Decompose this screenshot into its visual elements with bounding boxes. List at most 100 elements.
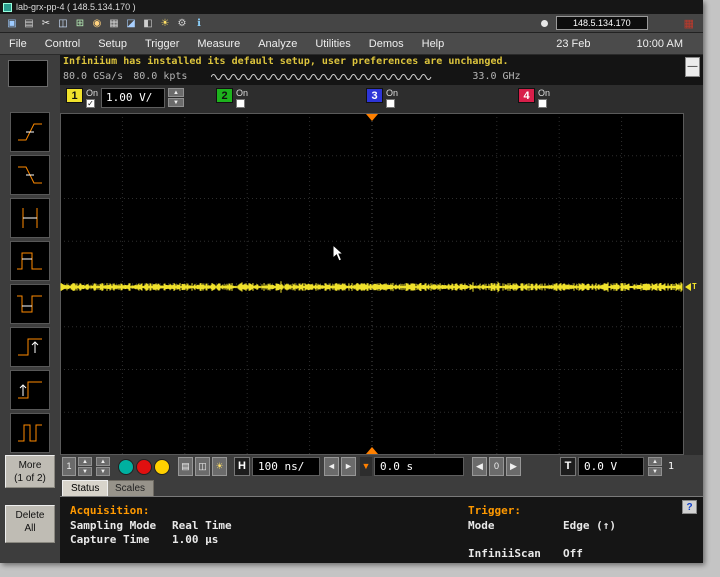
trigger-level-box[interactable]: 0.0 V (578, 457, 644, 476)
chart-icon[interactable]: ◪ (124, 16, 138, 31)
meas-pos-width-icon (17, 252, 42, 270)
trigger-level-stepper[interactable]: ▲ ▼ (648, 457, 662, 476)
channel1-checkbox[interactable]: ✓ (86, 99, 95, 108)
help-button[interactable]: ? (682, 500, 697, 514)
marker-a-color-button[interactable] (118, 459, 134, 475)
record-icon[interactable]: ◉ (90, 16, 104, 31)
meas-amplitude-button[interactable] (10, 327, 50, 367)
meas-pos-width-button[interactable] (10, 241, 50, 281)
scissors-icon[interactable]: ✂ (39, 16, 53, 31)
trigger-up-button[interactable]: ▲ (648, 457, 662, 466)
marker2-up-button[interactable]: ▲ (96, 457, 110, 466)
marker2-down-button[interactable]: ▼ (96, 467, 110, 476)
delete-label: Delete (15, 510, 45, 521)
channel2-checkbox[interactable] (236, 99, 245, 108)
status-message: Infiniium has installed its default setu… (63, 56, 509, 67)
delete-sublabel: All (24, 523, 36, 534)
channel4-button[interactable]: 4 (518, 88, 535, 103)
channel1-scale-down-button[interactable]: ▼ (168, 98, 185, 107)
channel1-scale-up-button[interactable]: ▲ (168, 88, 185, 97)
meas-edge-button[interactable] (10, 370, 50, 410)
marker-b-color-button[interactable] (136, 459, 152, 475)
meas-fall-time-button[interactable] (10, 155, 50, 195)
bandwidth-label: 33.0 GHz (472, 71, 521, 82)
marker-stepper[interactable]: ▲ ▼ (78, 457, 92, 476)
marker-number-button[interactable]: 1 (62, 457, 76, 476)
meas-neg-width-button[interactable] (10, 284, 50, 324)
gear-icon[interactable]: ⚙ (175, 16, 189, 31)
meas-rise-time-icon (18, 123, 42, 141)
channel2-button[interactable]: 2 (216, 88, 233, 103)
time-reference-icon[interactable]: ▼ (360, 457, 372, 476)
channel1-scale-box[interactable]: 1.00 V/ (101, 88, 166, 108)
channel3-button[interactable]: 3 (366, 88, 383, 103)
menu-analyze[interactable]: Analyze (249, 38, 306, 50)
window-title: lab-grx-pp-4 ( 148.5.134.170 ) (16, 2, 136, 12)
meas-neg-width-icon (17, 295, 42, 313)
marker-stepper-2[interactable]: ▲ ▼ (96, 457, 110, 476)
capture-time-label: Capture Time (70, 533, 150, 546)
infiniiscan-value: Off (563, 547, 583, 560)
trigger-down-button[interactable]: ▼ (648, 467, 662, 476)
panel-icon[interactable]: ◧ (141, 16, 155, 31)
grid-settings-button[interactable]: ◫ (195, 457, 210, 476)
file-icon[interactable]: ▤ (22, 16, 36, 31)
tab-scales[interactable]: Scales (106, 480, 155, 496)
meas-period-button[interactable] (10, 413, 50, 453)
intensity-button[interactable]: ☀ (212, 457, 227, 476)
more-button[interactable]: More (1 of 2) (5, 455, 55, 488)
menu-utilities[interactable]: Utilities (306, 38, 359, 50)
minimize-banner-button[interactable]: — (685, 57, 700, 77)
channel3-on-label: On (386, 88, 399, 98)
copy-icon[interactable]: ◫ (56, 16, 70, 31)
horizontal-position-box[interactable]: 0.0 s (374, 457, 464, 476)
meas-rise-time-button[interactable] (10, 112, 50, 152)
waveform-display[interactable] (60, 113, 684, 455)
channel4-on-label: On (538, 88, 551, 98)
scope-content: Infiniium has installed its default setu… (60, 55, 703, 563)
title-bar[interactable]: lab-grx-pp-4 ( 148.5.134.170 ) (0, 0, 703, 14)
remote-toolbar: ▣ ▤ ✂ ◫ ⊞ ◉ ▦ ◪ ◧ ☀ ⚙ ℹ 148.5.134.170 ▦ (0, 14, 703, 33)
info-icon[interactable]: ℹ (192, 16, 206, 31)
menu-demos[interactable]: Demos (360, 38, 413, 50)
menu-help[interactable]: Help (413, 38, 454, 50)
channel1-button[interactable]: 1 (66, 88, 83, 103)
disconnect-icon[interactable]: ▦ (684, 17, 694, 30)
monitor-icon[interactable]: ▣ (5, 16, 19, 31)
menu-trigger[interactable]: Trigger (136, 38, 188, 50)
channel3-controls: 3 On (366, 88, 398, 108)
marker-c-color-button[interactable] (154, 459, 170, 475)
tab-status[interactable]: Status (62, 480, 109, 496)
channel1-level-marker[interactable]: T (685, 282, 697, 291)
marker-up-button[interactable]: ▲ (78, 457, 92, 466)
address-box[interactable]: 148.5.134.170 (556, 16, 648, 30)
status-banner: Infiniium has installed its default setu… (60, 55, 703, 68)
menu-setup[interactable]: Setup (89, 38, 136, 50)
trigger-source-label: 1 (668, 461, 675, 472)
display-settings-button[interactable]: ▤ (178, 457, 193, 476)
grid-icon[interactable]: ⊞ (73, 16, 87, 31)
pan-right-button[interactable]: ▶ (506, 457, 521, 476)
right-marker-gutter: T (684, 113, 703, 455)
channel4-checkbox[interactable] (538, 99, 547, 108)
timebase-box[interactable]: 100 ns/ (252, 457, 320, 476)
pan-left-button[interactable]: ◀ (472, 457, 487, 476)
menu-control[interactable]: Control (36, 38, 89, 50)
brightness-icon[interactable]: ☀ (158, 16, 172, 31)
channel3-checkbox[interactable] (386, 99, 395, 108)
waveform-grid (60, 113, 684, 455)
trigger-key[interactable]: T (560, 457, 576, 476)
meas-delta-time-button[interactable] (10, 198, 50, 238)
hzoom-out-button[interactable]: ◄ (324, 457, 339, 476)
blank-display-button[interactable] (8, 60, 48, 87)
level-arrow-icon (685, 282, 691, 291)
list-icon[interactable]: ▦ (107, 16, 121, 31)
marker-down-button[interactable]: ▼ (78, 467, 92, 476)
menu-file[interactable]: File (0, 38, 36, 50)
channel4-controls: 4 On (518, 88, 550, 108)
menu-measure[interactable]: Measure (188, 38, 249, 50)
delete-all-button[interactable]: Delete All (5, 505, 55, 543)
hzoom-in-button[interactable]: ► (341, 457, 356, 476)
horizontal-key[interactable]: H (234, 457, 250, 476)
pan-zero-button[interactable]: 0 (489, 457, 504, 476)
